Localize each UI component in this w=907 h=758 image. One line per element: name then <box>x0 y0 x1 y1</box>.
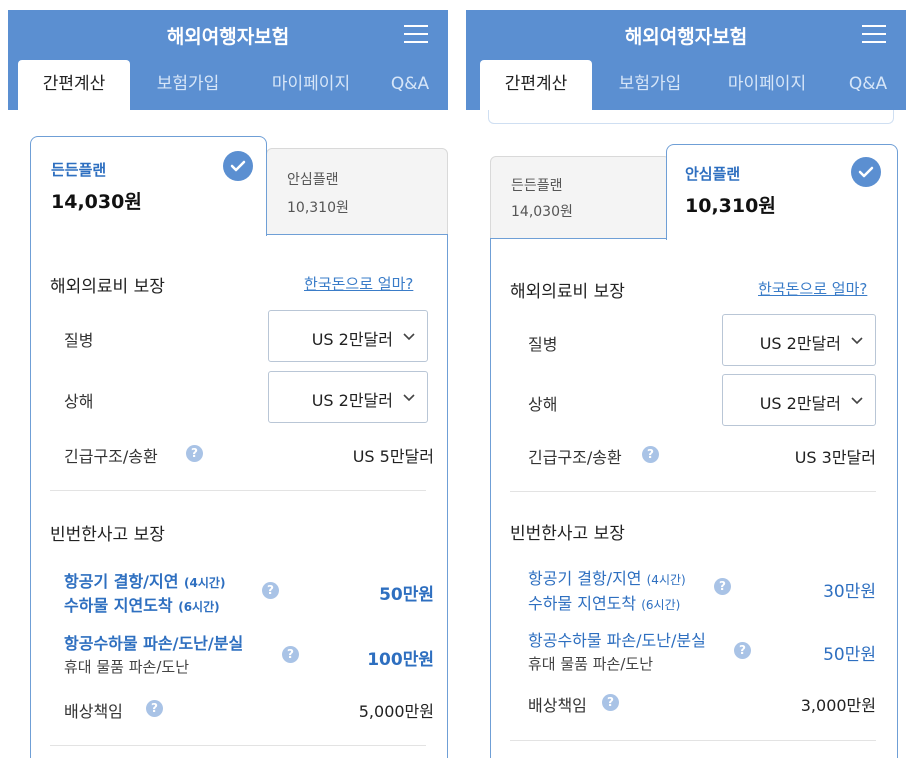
flight-delay-amount: 30만원 <box>823 582 876 602</box>
injury-select[interactable]: US 2만달러 <box>722 374 876 426</box>
help-icon[interactable]: ? <box>714 578 731 595</box>
flight-delay-note: (4시간) <box>184 576 226 590</box>
illness-select[interactable]: US 2만달러 <box>268 310 428 362</box>
medical-section-title: 해외의료비 보장 <box>50 277 165 297</box>
liability-amount: 5,000만원 <box>358 702 434 721</box>
belongings-damage-line: 휴대 물품 파손/도난 <box>64 658 189 676</box>
help-icon[interactable]: ? <box>186 445 203 462</box>
illness-select-value: US 2만달러 <box>311 330 393 349</box>
baggage-damage-amount: 100만원 <box>367 650 434 670</box>
baggage-delay-text: 수하물 지연도착 <box>528 594 637 613</box>
chevron-down-icon <box>851 337 863 345</box>
illness-label: 질병 <box>528 335 558 354</box>
illness-select-value: US 2만달러 <box>759 334 841 353</box>
injury-select[interactable]: US 2만달러 <box>268 371 428 423</box>
flight-delay-amount: 50만원 <box>379 585 434 605</box>
divider <box>510 491 876 492</box>
help-icon[interactable]: ? <box>282 646 299 663</box>
liability-label: 배상책임 <box>528 696 587 715</box>
baggage-delay-note: (6시간) <box>178 600 220 614</box>
illness-select[interactable]: US 2만달러 <box>722 314 876 366</box>
chevron-down-icon <box>403 333 415 341</box>
rescue-label: 긴급구조/송환 <box>64 447 158 466</box>
flight-delay-line: 항공기 결항/지연 (4시간) <box>528 565 686 589</box>
baggage-damage-line: 항공수하물 파손/도난/분실 <box>64 634 244 653</box>
injury-select-value: US 2만달러 <box>311 391 393 410</box>
belongings-damage-line: 휴대 물품 파손/도난 <box>528 655 653 673</box>
krw-convert-link[interactable]: 한국돈으로 얼마? <box>304 273 413 294</box>
help-icon[interactable]: ? <box>602 694 619 711</box>
flight-delay-line: 항공기 결항/지연 (4시간) <box>64 568 225 592</box>
liability-amount: 3,000만원 <box>800 696 876 715</box>
injury-label: 상해 <box>528 395 558 414</box>
divider <box>50 745 426 746</box>
divider <box>50 490 426 491</box>
help-icon[interactable]: ? <box>734 642 751 659</box>
medical-section-title: 해외의료비 보장 <box>510 282 625 302</box>
rescue-value: US 3만달러 <box>794 448 876 467</box>
screen-ansim-plan: 해외여행자보험 간편계산 보험가입 마이페이지 Q&A 든든플랜 14,030원… <box>466 0 906 758</box>
rescue-value: US 5만달러 <box>352 447 434 466</box>
baggage-delay-note: (6시간) <box>641 598 681 612</box>
frequent-section-title: 빈번한사고 보장 <box>510 524 625 544</box>
baggage-damage-line: 항공수하물 파손/도난/분실 <box>528 631 706 650</box>
frequent-section-title: 빈번한사고 보장 <box>50 525 165 545</box>
baggage-delay-text: 수하물 지연도착 <box>64 596 173 615</box>
liability-label: 배상책임 <box>64 702 123 721</box>
flight-delay-text: 항공기 결항/지연 <box>64 572 179 591</box>
krw-convert-link[interactable]: 한국돈으로 얼마? <box>758 278 867 299</box>
baggage-damage-amount: 50만원 <box>823 645 876 665</box>
baggage-delay-line: 수하물 지연도착 (6시간) <box>528 590 680 614</box>
flight-delay-text: 항공기 결항/지연 <box>528 569 642 588</box>
illness-label: 질병 <box>64 331 94 350</box>
chevron-down-icon <box>403 394 415 402</box>
help-icon[interactable]: ? <box>262 582 279 599</box>
chevron-down-icon <box>851 397 863 405</box>
rescue-label: 긴급구조/송환 <box>528 448 622 467</box>
divider <box>510 740 876 741</box>
injury-label: 상해 <box>64 392 94 411</box>
injury-select-value: US 2만달러 <box>759 394 841 413</box>
flight-delay-note: (4시간) <box>646 573 686 587</box>
baggage-delay-line: 수하물 지연도착 (6시간) <box>64 592 220 616</box>
help-icon[interactable]: ? <box>642 446 659 463</box>
help-icon[interactable]: ? <box>146 700 163 717</box>
screen-dendeun-plan: 해외여행자보험 간편계산 보험가입 마이페이지 Q&A 든든플랜 14,030원… <box>8 0 448 758</box>
